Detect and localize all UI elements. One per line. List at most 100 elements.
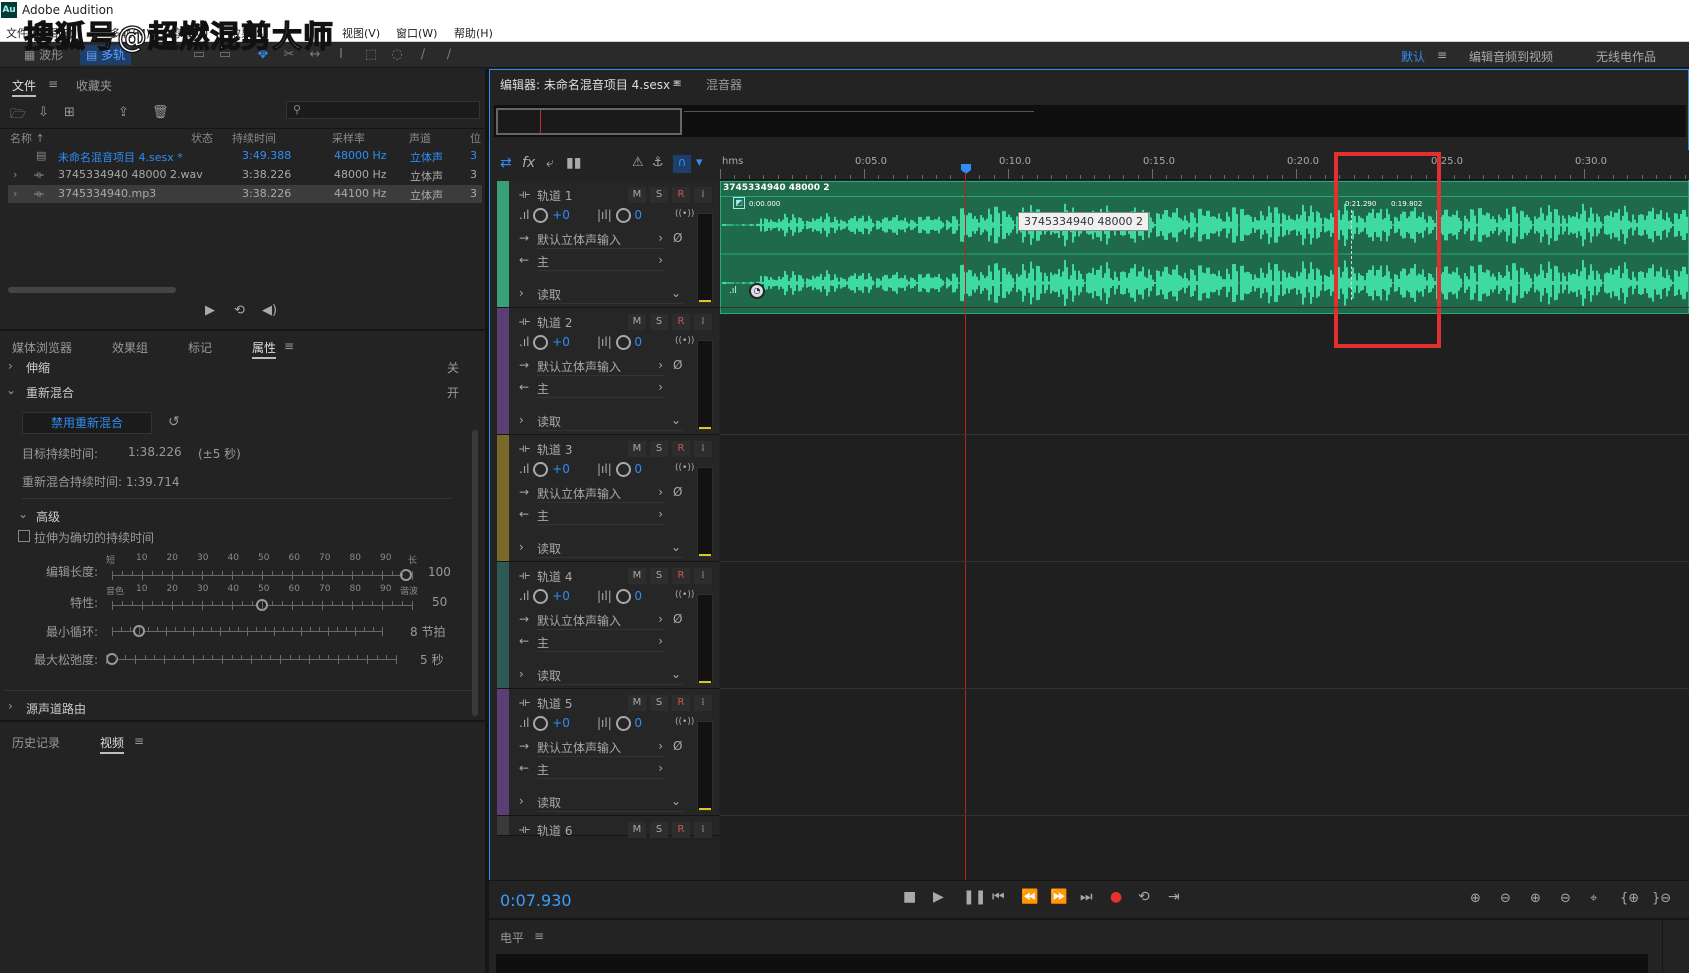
monitor-button[interactable]: ⁞ — [694, 314, 712, 330]
volume-value[interactable]: +0 — [552, 462, 570, 476]
col-channels[interactable]: 声道 — [409, 130, 431, 146]
loop-icon[interactable]: ⟲ — [234, 303, 245, 318]
expand-icon[interactable]: › — [8, 359, 13, 373]
panel-menu-icon[interactable]: ≡ — [534, 929, 544, 943]
monitor-button[interactable]: ⁞ — [694, 187, 712, 203]
metronome-icon[interactable]: ⚠ — [632, 155, 644, 170]
healing-tool-icon[interactable]: ∕ — [440, 46, 458, 64]
volume-knob[interactable] — [533, 716, 549, 731]
pan-value[interactable]: 0 — [634, 716, 642, 730]
rewind-icon[interactable]: ⏪ — [1021, 889, 1038, 905]
pan-value[interactable]: 0 — [634, 208, 642, 222]
track-header[interactable]: ⟛ 轨道 3 M S R ⁞ .ıl +0 |ıl| 0 ((•)) → 默认立体声输入 › Ø ← 主 › ›… — [497, 435, 719, 562]
stereo-icon[interactable]: ((•)) — [675, 209, 694, 219]
tab-markers[interactable]: 标记 — [188, 339, 212, 356]
file-row[interactable]: ▤ 未命名混音项目 4.sesx * 3:49.388 48000 Hz 立体声… — [8, 147, 482, 165]
menu-item[interactable]: 帮助(H) — [454, 25, 493, 41]
mute-button[interactable]: M — [628, 187, 646, 203]
volume-knob[interactable] — [533, 208, 549, 223]
phase-icon[interactable]: Ø — [673, 231, 682, 245]
expand-icon[interactable]: › — [519, 794, 524, 808]
expand-icon[interactable]: › — [519, 286, 524, 300]
brush-tool-icon[interactable]: ∕ — [414, 46, 432, 64]
panel-menu-icon[interactable]: ≡ — [672, 76, 682, 90]
output-select[interactable]: 主 › — [537, 507, 665, 525]
output-select[interactable]: 主 › — [537, 253, 665, 271]
tab-video[interactable]: 视频 — [100, 734, 125, 754]
record-icon[interactable]: ● — [1110, 889, 1122, 905]
eq-icon[interactable]: ▮▮ — [566, 155, 581, 171]
monitor-button[interactable]: ⁞ — [694, 695, 712, 711]
min-loop-value[interactable]: 8 节拍 — [410, 623, 445, 640]
automation-select[interactable]: 读取 ⌄ — [537, 667, 683, 685]
expand-icon[interactable]: › — [13, 168, 17, 181]
overview-viewport[interactable] — [496, 108, 682, 135]
solo-button[interactable]: S — [650, 822, 668, 838]
solo-button[interactable]: S — [650, 568, 668, 584]
routing-icon[interactable]: ⇄ — [500, 155, 512, 171]
feature-value[interactable]: 50 — [432, 595, 447, 609]
zoom-in-amplitude-icon[interactable]: ⊕ — [1470, 891, 1481, 906]
collapse-icon[interactable]: ⌄ — [6, 383, 16, 397]
solo-button[interactable]: S — [650, 187, 668, 203]
snap-icon[interactable]: ⚓ — [652, 155, 664, 170]
phase-icon[interactable]: Ø — [673, 612, 682, 626]
audio-clip[interactable]: 3745334940 48000 2 ◩ 0:00.000 3745334940… — [720, 181, 1689, 314]
marquee-tool-icon[interactable]: ⬚ — [362, 46, 380, 64]
tab-effects-rack[interactable]: 效果组 — [112, 339, 148, 356]
track-name[interactable]: 轨道 4 — [537, 568, 572, 585]
track-name[interactable]: 轨道 3 — [537, 441, 572, 458]
panel-menu-icon[interactable]: ≡ — [284, 339, 294, 353]
magnet-icon[interactable]: ∩ — [673, 155, 691, 173]
automation-select[interactable]: 读取 ⌄ — [537, 794, 683, 812]
input-select[interactable]: 默认立体声输入 › — [537, 358, 665, 376]
col-status[interactable]: 状态 — [191, 130, 213, 146]
target-duration-value[interactable]: 1:38.226 — [128, 445, 182, 459]
tab-history[interactable]: 历史记录 — [12, 734, 60, 751]
track-name[interactable]: 轨道 6 — [537, 822, 572, 839]
current-time[interactable]: 0:07.930 — [500, 891, 572, 910]
open-file-icon[interactable]: 🗁 — [10, 105, 26, 127]
marker-icon[interactable]: ▾ — [696, 155, 703, 170]
phase-icon[interactable]: Ø — [673, 358, 682, 372]
track-name[interactable]: 轨道 1 — [537, 187, 572, 204]
volume-value[interactable]: +0 — [552, 335, 570, 349]
advanced-section[interactable]: 高级 — [36, 508, 60, 525]
max-loose-value[interactable]: 5 秒 — [420, 651, 443, 668]
new-file-icon[interactable]: ⊞ — [64, 105, 75, 120]
record-arm-button[interactable]: R — [672, 568, 690, 584]
tab-files[interactable]: 文件 — [12, 77, 37, 97]
record-arm-button[interactable]: R — [672, 441, 690, 457]
mute-button[interactable]: M — [628, 314, 646, 330]
monitor-button[interactable]: ⁞ — [694, 822, 712, 838]
stretch-section[interactable]: 伸缩 — [26, 359, 50, 376]
skip-icon[interactable]: ⇥ — [1168, 889, 1180, 905]
stereo-icon[interactable]: ((•)) — [675, 336, 694, 346]
play-icon[interactable]: ▶ — [205, 303, 215, 318]
zoom-out-point-icon[interactable]: }⊖ — [1652, 891, 1671, 906]
fast-forward-icon[interactable]: ⏩ — [1050, 889, 1067, 905]
volume-knob[interactable] — [533, 462, 549, 477]
solo-button[interactable]: S — [650, 314, 668, 330]
pan-value[interactable]: 0 — [634, 589, 642, 603]
volume-value[interactable]: +0 — [552, 208, 570, 222]
col-rate[interactable]: 采样率 — [332, 130, 365, 146]
tab-media-browser[interactable]: 媒体浏览器 — [12, 339, 72, 356]
zoom-full-icon[interactable]: ⌖ — [1590, 891, 1597, 906]
lasso-tool-icon[interactable]: ◌ — [388, 46, 406, 64]
volume-knob[interactable] — [533, 589, 549, 604]
file-search-input[interactable]: ⚲ — [286, 101, 480, 119]
min-loop-slider[interactable] — [112, 624, 383, 638]
play-icon[interactable]: ▶ — [933, 889, 944, 905]
expand-icon[interactable]: › — [8, 699, 13, 713]
loop-icon[interactable]: ⟲ — [1138, 889, 1150, 905]
monitor-button[interactable]: ⁞ — [694, 568, 712, 584]
insert-icon[interactable]: ⇪ — [118, 105, 129, 120]
automation-select[interactable]: 读取 ⌄ — [537, 413, 683, 431]
panel-menu-icon[interactable]: ≡ — [134, 734, 144, 748]
solo-button[interactable]: S — [650, 441, 668, 457]
pan-value[interactable]: 0 — [634, 462, 642, 476]
input-select[interactable]: 默认立体声输入 › — [537, 485, 665, 503]
mute-button[interactable]: M — [628, 568, 646, 584]
zoom-out-time-icon[interactable]: ⊖ — [1560, 891, 1571, 906]
